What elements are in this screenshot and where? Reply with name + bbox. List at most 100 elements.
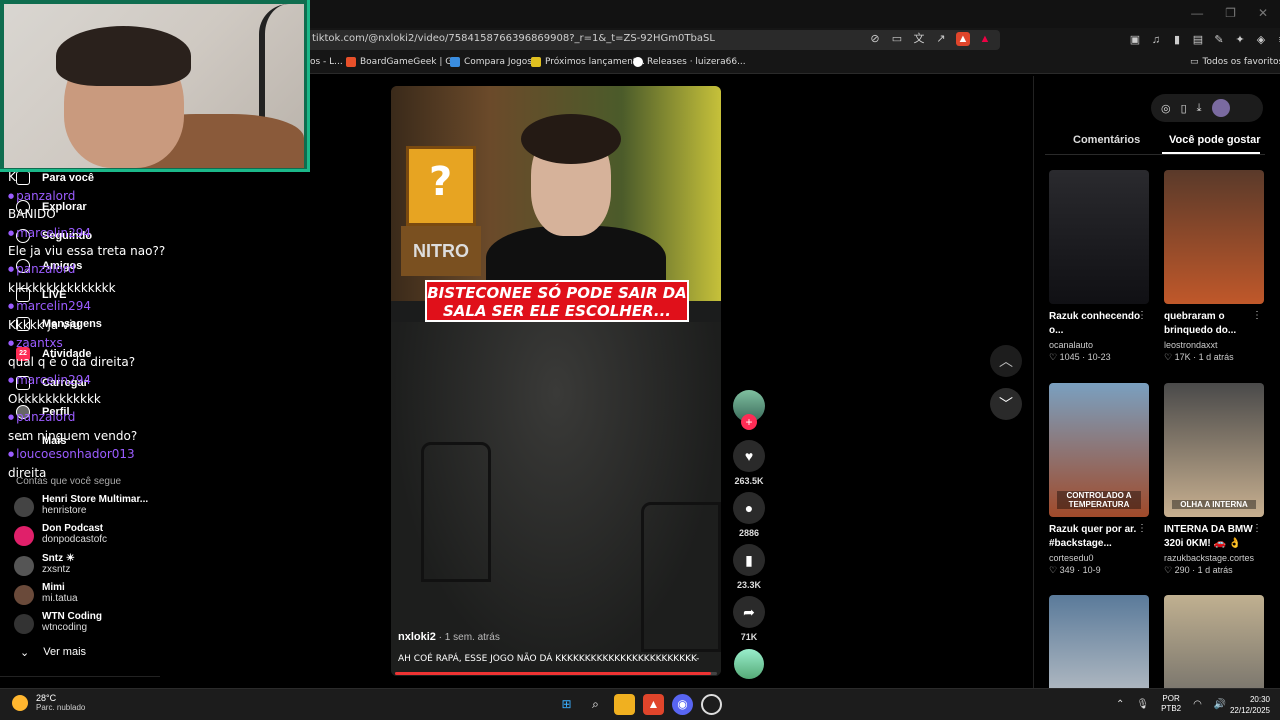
share-icon[interactable]: ↗ bbox=[934, 32, 948, 46]
brave-browser-icon[interactable]: ▲ bbox=[643, 694, 664, 715]
windows-start-icon[interactable]: ⊞ bbox=[556, 694, 577, 715]
all-favorites[interactable]: ▭ Todos os favoritos bbox=[1190, 57, 1280, 67]
wallet-icon[interactable]: ▤ bbox=[1191, 33, 1205, 47]
more-options-icon[interactable]: ⋮ bbox=[1137, 523, 1147, 534]
suggested-video-card[interactable]: Razuk conhecendo o... ocanalauto ♡ 1045 … bbox=[1049, 170, 1149, 363]
screenshot-icon[interactable]: ▣ bbox=[1128, 33, 1142, 47]
menu-icon[interactable]: ≡ bbox=[1275, 33, 1280, 47]
url-text[interactable]: tiktok.com/@nxloki2/video/75841587663968… bbox=[312, 33, 715, 44]
card-title: INTERNA DA BMW 320i 0KM! 🚗 👌 bbox=[1164, 524, 1253, 549]
followed-account[interactable]: Henri Store Multimar... henristore bbox=[14, 494, 148, 517]
tab-divider bbox=[1045, 154, 1265, 155]
weather-widget[interactable]: 28°C Parc. nublado bbox=[12, 693, 85, 712]
author-handle[interactable]: nxloki2 bbox=[398, 631, 436, 643]
bookmark-item[interactable]: os - L... bbox=[310, 57, 343, 67]
followed-account[interactable]: WTN Coding wtncoding bbox=[14, 611, 102, 634]
search-icon[interactable]: ⌕ bbox=[585, 694, 606, 715]
suggested-video-card[interactable]: quebraram o brinquedo do... leostrondaxx… bbox=[1164, 170, 1264, 363]
person-hair bbox=[521, 114, 621, 164]
music-disc-icon[interactable] bbox=[734, 649, 764, 679]
bookmark-item[interactable]: Compara Jogos bbox=[450, 57, 532, 67]
media-icon[interactable]: ♫ bbox=[1149, 33, 1163, 47]
more-options-icon[interactable]: ⋮ bbox=[1137, 310, 1147, 321]
avatar bbox=[14, 585, 34, 605]
chat-message: Kkkkk ja viu bbox=[8, 318, 81, 332]
sidebar-icon[interactable]: ▮ bbox=[1170, 33, 1184, 47]
brave-shield-icon[interactable]: ▲ bbox=[956, 32, 970, 46]
video-thumbnail[interactable] bbox=[1049, 170, 1149, 304]
chevron-up-icon[interactable]: ⌃ bbox=[1116, 699, 1124, 710]
clock[interactable]: 20:30 22/12/2025 bbox=[1230, 694, 1270, 716]
minimize-icon[interactable]: — bbox=[1191, 6, 1203, 20]
suggested-video-card[interactable] bbox=[1049, 595, 1149, 688]
comment-icon[interactable]: ● bbox=[733, 492, 765, 524]
more-options-icon[interactable]: ⋮ bbox=[1252, 523, 1262, 534]
proximos-lancamentos-icon bbox=[531, 57, 541, 67]
discord-icon[interactable]: ◉ bbox=[672, 694, 693, 715]
see-more-button[interactable]: ⌄ Ver mais bbox=[20, 646, 86, 659]
card-user[interactable]: ocanalauto bbox=[1049, 340, 1149, 350]
translate-icon[interactable]: 文 bbox=[912, 32, 926, 46]
avatar bbox=[14, 556, 34, 576]
no-tracking-icon[interactable]: ⊘ bbox=[868, 32, 882, 46]
address-bar[interactable]: tiktok.com/@nxloki2/video/75841587663968… bbox=[300, 30, 1000, 50]
close-icon[interactable]: ✕ bbox=[1258, 6, 1268, 20]
volume-icon[interactable]: 🔊 bbox=[1214, 699, 1226, 710]
cast-icon[interactable]: ▭ bbox=[890, 32, 904, 46]
ai-icon[interactable]: ✦ bbox=[1233, 33, 1247, 47]
app-icon[interactable] bbox=[701, 694, 722, 715]
vpn-icon[interactable]: ◈ bbox=[1254, 33, 1268, 47]
bookmark-icon[interactable]: ▮ bbox=[733, 544, 765, 576]
download-icon[interactable]: ⤓ bbox=[1197, 102, 1202, 115]
time: 20:30 bbox=[1249, 695, 1270, 704]
video-progress-bar[interactable] bbox=[395, 672, 717, 675]
save-action[interactable]: ▮ 23.3K bbox=[733, 544, 765, 590]
share-action[interactable]: ➦ 71K bbox=[733, 596, 765, 642]
chat-message: klkkkkkkkkkkkkkk bbox=[8, 281, 116, 295]
compass-icon[interactable]: ◎ bbox=[1161, 102, 1171, 115]
followed-account[interactable]: Don Podcast donpodcastofc bbox=[14, 523, 107, 546]
user-avatar[interactable] bbox=[1211, 99, 1230, 117]
video-thumbnail[interactable] bbox=[1049, 595, 1149, 688]
followed-account[interactable]: Sntz ☀ zxsntz bbox=[14, 553, 75, 576]
video-thumbnail[interactable]: OLHA A INTERNA bbox=[1164, 383, 1264, 517]
like-action[interactable]: ♥ 263.5K bbox=[733, 440, 765, 486]
microphone-icon[interactable]: 🎙 bbox=[1136, 699, 1149, 710]
next-video-button[interactable]: ﹀ bbox=[990, 388, 1022, 420]
previous-video-button[interactable]: ︿ bbox=[990, 345, 1022, 377]
suggested-video-card[interactable] bbox=[1164, 595, 1264, 688]
card-user[interactable]: cortesedu0 bbox=[1049, 553, 1149, 563]
video-thumbnail[interactable]: CONTROLADO A TEMPERATURA bbox=[1049, 383, 1149, 517]
phone-icon[interactable]: ▯ bbox=[1181, 102, 1187, 115]
video-author[interactable]: nxloki2 · 1 sem. atrás bbox=[398, 631, 500, 643]
tab-you-may-like[interactable]: Você pode gostar bbox=[1169, 134, 1260, 146]
more-options-icon[interactable]: ⋮ bbox=[1252, 310, 1262, 321]
video-player[interactable]: ? NITRO BISTECONEE SÓ PODE SAIR DA SALA … bbox=[391, 86, 721, 676]
restore-icon[interactable]: ❐ bbox=[1225, 6, 1236, 20]
card-user[interactable]: leostrondaxxt bbox=[1164, 340, 1264, 350]
followed-account[interactable]: Mimi mi.tatua bbox=[14, 582, 78, 605]
video-frame-bottom bbox=[391, 322, 721, 676]
share-icon[interactable]: ➦ bbox=[733, 596, 765, 628]
video-thumbnail[interactable] bbox=[1164, 595, 1264, 688]
video-thumbnail[interactable] bbox=[1164, 170, 1264, 304]
heart-icon[interactable]: ♥ bbox=[733, 440, 765, 472]
comment-action[interactable]: ● 2886 bbox=[733, 492, 765, 538]
suggested-video-card[interactable]: OLHA A INTERNA INTERNA DA BMW 320i 0KM! … bbox=[1164, 383, 1264, 576]
bookmark-item[interactable]: Releases · luizera66... bbox=[633, 57, 746, 67]
chat-username: panzalord bbox=[8, 189, 75, 203]
wifi-icon[interactable]: ◠ bbox=[1193, 699, 1202, 710]
nav-for-you[interactable]: Para você bbox=[16, 171, 94, 185]
extensions-icon[interactable]: ✎ bbox=[1212, 33, 1226, 47]
bookmark-item[interactable]: BoardGameGeek | G... bbox=[346, 57, 461, 67]
card-stats: ♡ 290 · 1 d atrás bbox=[1164, 565, 1233, 575]
suggested-video-card[interactable]: CONTROLADO A TEMPERATURA Razuk quer por … bbox=[1049, 383, 1149, 576]
follow-plus-icon[interactable]: + bbox=[741, 414, 757, 430]
brave-rewards-icon[interactable]: ▲ bbox=[978, 32, 992, 46]
file-explorer-icon[interactable] bbox=[614, 694, 635, 715]
language-indicator[interactable]: POR PTB2 bbox=[1161, 694, 1181, 714]
thumbnail-label: OLHA A INTERNA bbox=[1172, 500, 1256, 509]
bookmark-item[interactable]: Próximos lançament... bbox=[531, 57, 645, 67]
tab-comments[interactable]: Comentários bbox=[1073, 134, 1140, 146]
card-user[interactable]: razukbackstage.cortes bbox=[1164, 553, 1264, 563]
